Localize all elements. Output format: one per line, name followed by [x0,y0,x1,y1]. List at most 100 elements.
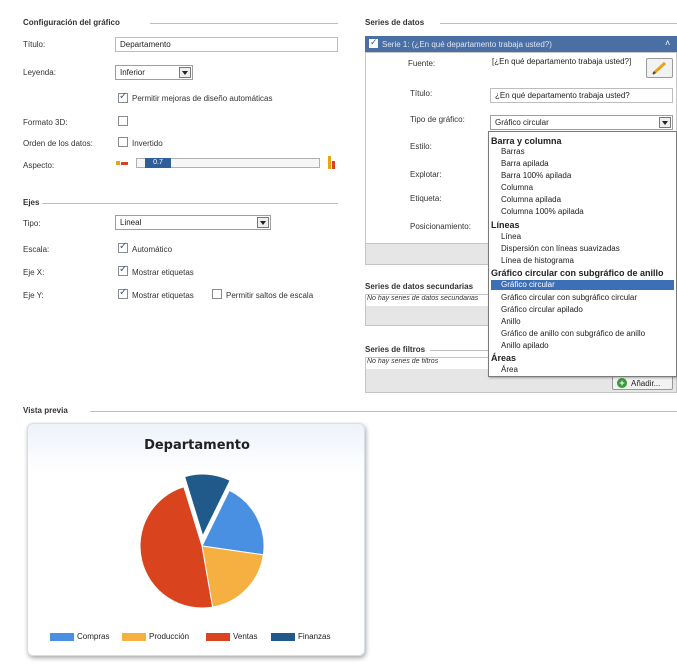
add-icon: + [617,378,627,388]
divider [90,411,677,412]
ejes-section-title: Ejes [23,198,40,207]
leyenda-select-value: Inferior [120,68,145,77]
legend-label: Compras [77,632,110,641]
dropdown-option[interactable]: Línea [501,232,521,241]
divider [440,23,677,24]
dropdown-option[interactable]: Gráfico circular apilado [501,305,583,314]
explotar-label: Explotar: [410,170,442,179]
aspecto-slider-thumb[interactable]: 0.7 [145,158,171,168]
ejey-label: Eje Y: [23,291,44,300]
automatico-checkbox[interactable] [118,241,128,253]
permitir-mejoras-label: Permitir mejoras de diseño automáticas [132,94,273,103]
titulo-serie-label: Título: [410,89,433,98]
dropdown-option[interactable]: Barra apilada [501,159,549,168]
chart-legend: Compras Producción Ventas Finanzas [28,630,366,644]
divider [430,350,490,351]
serie-header[interactable]: ✓ Serie 1: (¿En qué departamento trabaja… [365,36,677,52]
dropdown-option[interactable]: Anillo apilado [501,341,549,350]
ejex-checkbox[interactable] [118,264,128,276]
chevron-down-icon [659,117,671,128]
ejex-label: Eje X: [23,268,45,277]
ejex-check-label: Mostrar etiquetas [132,268,194,277]
serie-header-label: Serie 1: (¿En qué departamento trabaja u… [382,40,552,49]
divider [42,203,338,204]
legend-swatch [271,633,295,641]
edit-fuente-button[interactable] [646,58,673,78]
dropdown-option[interactable]: Dispersión con líneas suavizadas [501,244,620,253]
titulo-input[interactable]: Departamento [115,37,338,52]
etiqueta-label: Etiqueta: [410,194,442,203]
chart-title: Departamento [144,438,250,453]
preview-section-title: Vista previa [23,406,68,415]
invertido-label: Invertido [132,139,163,148]
pie-chart [139,473,265,609]
aspecto-slider[interactable]: 0.7 [136,158,320,168]
dropdown-option[interactable]: Columna 100% apilada [501,207,584,216]
leyenda-label: Leyenda: [23,68,56,77]
anadir-button[interactable]: + Añadir... [612,375,673,390]
fuente-value: [¿En qué departamento trabaja usted?] [492,57,632,66]
tipo-ejes-label: Tipo: [23,219,41,228]
invertido-checkbox[interactable] [118,137,128,147]
dropdown-option[interactable]: Línea de histograma [501,256,574,265]
ejey-check-label: Mostrar etiquetas [132,291,194,300]
aspect-wide-icon [116,159,130,167]
secundarias-empty: No hay series de datos secundarias [366,295,489,306]
serie-checkbox[interactable]: ✓ [369,37,378,48]
dropdown-option[interactable]: Barras [501,147,525,156]
aspect-tall-icon [328,156,336,170]
secundarias-section-title: Series de datos secundarias [365,282,474,291]
legend-swatch [206,633,230,641]
dropdown-option[interactable]: Gráfico circular con subgráfico circular [501,293,637,302]
posicionamiento-label: Posicionamiento: [410,222,471,231]
dropdown-option-selected[interactable]: Gráfico circular [491,280,674,290]
config-section-title: Configuración del gráfico [23,18,120,27]
estilo-label: Estilo: [410,142,432,151]
series-section-title: Series de datos [365,18,425,27]
serie-panel-footer [365,243,490,265]
tipo-grafico-value: Gráfico circular [495,118,549,127]
titulo-serie-input[interactable]: ¿En qué departamento trabaja usted? [490,88,673,103]
legend-swatch [50,633,74,641]
dropdown-group-heading: Gráfico circular con subgráfico de anill… [491,268,664,278]
collapse-icon[interactable]: ˄ [665,38,670,48]
aspecto-label: Aspecto: [23,161,55,170]
legend-label: Ventas [233,632,258,641]
dropdown-option[interactable]: Anillo [501,317,521,326]
chevron-down-icon [257,217,269,228]
leyenda-select[interactable]: Inferior [115,65,193,80]
automatico-label: Automático [132,245,173,254]
dropdown-option[interactable]: Columna [501,183,533,192]
legend-swatch [122,633,146,641]
dropdown-option[interactable]: Área [501,365,518,374]
orden-label: Orden de los datos: [23,139,93,148]
escala-label: Escala: [23,245,50,254]
tipo-ejes-select[interactable]: Lineal [115,215,271,230]
ejey-checkbox[interactable] [118,287,128,299]
aspecto-value: 0.7 [153,159,163,166]
legend-label: Producción [149,632,190,641]
saltos-checkbox[interactable] [212,289,222,299]
legend-label: Finanzas [298,632,331,641]
chart-preview: Departamento Compras Producción Ventas Fina… [27,423,365,656]
titulo-label: Título: [23,40,46,49]
tipo-grafico-label: Tipo de gráfico: [410,115,465,124]
permitir-mejoras-checkbox[interactable] [118,91,128,103]
tipo-grafico-dropdown[interactable]: Barra y columna Barras Barra apilada Bar… [488,131,677,377]
dropdown-option[interactable]: Gráfico de anillo con subgráfico de anil… [501,329,645,338]
filtros-section-title: Series de filtros [365,345,426,354]
divider [150,23,338,24]
formato3d-checkbox[interactable] [118,116,128,126]
tipo-grafico-select[interactable]: Gráfico circular [490,115,673,130]
filtros-empty: No hay series de filtros [366,358,490,369]
dropdown-option[interactable]: Barra 100% apilada [501,171,571,180]
tipo-ejes-value: Lineal [120,218,142,227]
dropdown-option[interactable]: Columna apilada [501,195,561,204]
formato3d-label: Formato 3D: [23,118,68,127]
dropdown-group-heading: Barra y columna [491,136,562,146]
saltos-label: Permitir saltos de escala [226,291,314,300]
anadir-label: Añadir... [631,379,661,388]
fuente-label: Fuente: [408,59,436,68]
dropdown-group-heading: Áreas [491,353,517,363]
dropdown-group-heading: Líneas [491,220,520,230]
